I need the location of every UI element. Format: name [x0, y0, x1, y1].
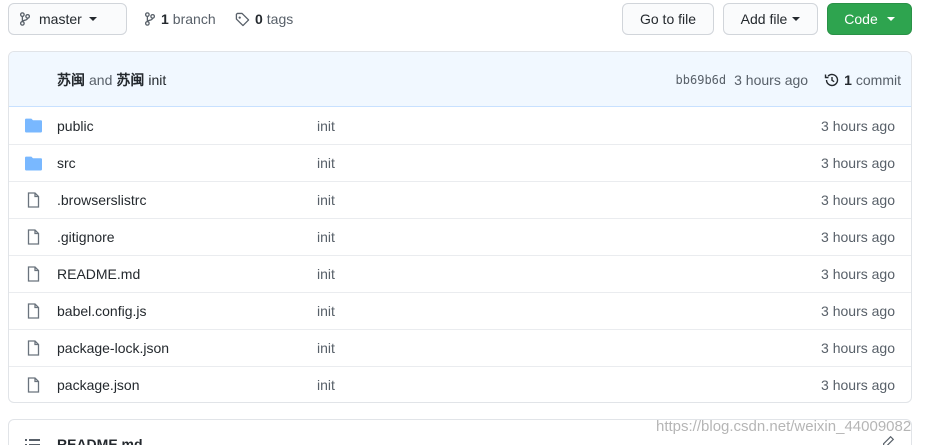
file-age: 3 hours ago: [821, 266, 895, 282]
tag-count: 0: [255, 11, 263, 27]
code-label: Code: [844, 11, 878, 27]
file-commit-message[interactable]: init: [317, 155, 335, 171]
tags-link[interactable]: 0 tags: [235, 3, 293, 35]
chevron-down-icon: [88, 17, 97, 21]
commit-coauthor[interactable]: 苏闽: [116, 70, 144, 90]
git-branch-icon: [19, 12, 31, 26]
file-row[interactable]: package.json init 3 hours ago: [9, 366, 911, 402]
file-name[interactable]: public: [57, 118, 94, 134]
file-commit-message[interactable]: init: [317, 266, 335, 282]
add-file-button[interactable]: Add file: [723, 3, 818, 35]
file-name[interactable]: .gitignore: [57, 229, 115, 245]
list-icon[interactable]: [25, 438, 41, 445]
commit-sha[interactable]: bb69b6d: [676, 73, 727, 87]
file-row[interactable]: .gitignore init 3 hours ago: [9, 218, 911, 255]
file-icon: [27, 303, 40, 319]
folder-icon: [25, 118, 42, 133]
file-name[interactable]: package.json: [57, 377, 140, 393]
file-commit-message[interactable]: init: [317, 118, 335, 134]
folder-icon: [25, 156, 42, 171]
file-age: 3 hours ago: [821, 192, 895, 208]
file-commit-message[interactable]: init: [317, 303, 335, 319]
file-age: 3 hours ago: [821, 117, 895, 134]
file-icon: [27, 192, 40, 208]
branch-count: 1: [161, 11, 169, 27]
file-name[interactable]: babel.config.js: [57, 303, 147, 319]
git-branch-icon: [144, 12, 156, 26]
file-row[interactable]: public init 3 hours ago: [9, 107, 911, 144]
file-row[interactable]: package-lock.json init 3 hours ago: [9, 329, 911, 366]
go-to-file-label: Go to file: [639, 11, 697, 27]
file-name[interactable]: package-lock.json: [57, 340, 169, 356]
file-row[interactable]: src init 3 hours ago: [9, 144, 911, 181]
latest-commit-bar: 苏闽 and 苏闽 init bb69b6d 3 hours ago 1 com…: [9, 52, 911, 107]
file-name[interactable]: README.md: [57, 266, 140, 282]
commit-history-link[interactable]: 1 commit: [824, 72, 901, 88]
pencil-icon[interactable]: [881, 435, 895, 445]
watermark: https://blog.csdn.net/weixin_44009082: [656, 418, 912, 435]
repo-toolbar: master 1 branch 0 tags Go to file Add fi…: [8, 3, 912, 35]
commit-meta: bb69b6d 3 hours ago 1 commit: [676, 52, 901, 107]
history-icon: [824, 73, 839, 86]
file-commit-message[interactable]: init: [317, 192, 335, 208]
file-commit-message[interactable]: init: [317, 377, 335, 393]
tag-icon: [235, 12, 250, 26]
branches-link[interactable]: 1 branch: [144, 3, 216, 35]
file-age: 3 hours ago: [821, 377, 895, 393]
file-icon: [27, 266, 40, 282]
file-age: 3 hours ago: [821, 303, 895, 319]
tag-word: tags: [266, 11, 294, 27]
file-commit-message[interactable]: init: [317, 340, 335, 356]
commit-message[interactable]: init: [148, 72, 166, 88]
file-name[interactable]: .browserslistrc: [57, 192, 146, 208]
file-commit-message[interactable]: init: [317, 229, 335, 245]
file-row[interactable]: .browserslistrc init 3 hours ago: [9, 181, 911, 218]
commit-count-word: commit: [855, 71, 901, 88]
file-icon: [27, 229, 40, 245]
readme-title: README.md: [57, 436, 143, 445]
code-button[interactable]: Code: [827, 3, 912, 35]
branch-word: branch: [172, 11, 216, 27]
commit-and: and: [89, 71, 113, 88]
commit-count: 1: [844, 71, 852, 88]
file-age: 3 hours ago: [821, 229, 895, 245]
file-name[interactable]: src: [57, 155, 76, 171]
file-row[interactable]: babel.config.js init 3 hours ago: [9, 292, 911, 329]
commit-time: 3 hours ago: [734, 71, 809, 88]
file-list: 苏闽 and 苏闽 init bb69b6d 3 hours ago 1 com…: [8, 51, 912, 403]
file-icon: [27, 340, 40, 356]
add-file-label: Add file: [740, 11, 788, 27]
file-row[interactable]: README.md init 3 hours ago: [9, 255, 911, 292]
branch-select-button[interactable]: master: [8, 3, 127, 35]
file-icon: [27, 377, 40, 393]
chevron-down-icon: [886, 17, 895, 21]
branch-name: master: [39, 11, 82, 27]
commit-summary: 苏闽 and 苏闽 init: [57, 52, 166, 107]
chevron-down-icon: [792, 17, 801, 21]
go-to-file-button[interactable]: Go to file: [622, 3, 714, 35]
file-age: 3 hours ago: [821, 340, 895, 356]
file-age: 3 hours ago: [821, 155, 895, 171]
commit-author[interactable]: 苏闽: [57, 70, 85, 90]
